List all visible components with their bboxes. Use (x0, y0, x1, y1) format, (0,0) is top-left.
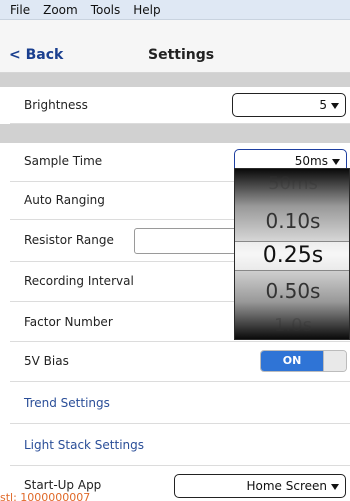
nav-bar: < Back Settings (0, 20, 350, 73)
trend-settings-link[interactable]: Trend Settings (24, 396, 110, 410)
picker-option-selected[interactable]: 0.25s (235, 243, 349, 268)
menu-help[interactable]: Help (133, 3, 160, 17)
section-gap (0, 73, 350, 87)
menu-tools[interactable]: Tools (91, 3, 121, 17)
section-gap (0, 124, 350, 143)
factor-number-label: Factor Number (24, 315, 113, 329)
light-stack-settings-row[interactable]: Light Stack Settings (10, 424, 350, 466)
sample-time-value: 50ms (294, 154, 328, 168)
chevron-down-icon (332, 158, 340, 165)
sample-time-label: Sample Time (24, 154, 103, 168)
light-stack-settings-link[interactable]: Light Stack Settings (24, 438, 144, 452)
picker-option[interactable]: 0.10s (235, 209, 349, 233)
chevron-down-icon (331, 102, 339, 109)
page-title: Settings (148, 47, 215, 63)
brightness-label: Brightness (24, 98, 88, 112)
brightness-value: 5 (319, 98, 327, 112)
picker-option[interactable]: 0.50s (235, 279, 349, 303)
sample-time-picker[interactable]: 50ms 0.10s 0.25s 0.50s 1.0s (234, 168, 350, 340)
menu-zoom[interactable]: Zoom (43, 3, 78, 17)
brightness-row: Brightness 5 (10, 87, 350, 124)
recording-interval-label: Recording Interval (24, 274, 134, 288)
watermark-text: stl: 1000000007 (0, 491, 91, 501)
picker-option[interactable]: 1.0s (235, 315, 349, 336)
menu-file[interactable]: File (10, 3, 30, 17)
bias-label: 5V Bias (24, 354, 69, 368)
auto-ranging-label: Auto Ranging (24, 193, 105, 207)
resistor-range-input[interactable] (134, 228, 244, 254)
back-button[interactable]: < Back (9, 47, 63, 63)
picker-option[interactable]: 50ms (235, 173, 349, 194)
toggle-knob[interactable] (323, 351, 346, 371)
bias-toggle-on-label: ON (261, 351, 323, 371)
chevron-down-icon (331, 483, 339, 490)
menu-bar: File Zoom Tools Help (0, 0, 350, 20)
bias-toggle[interactable]: ON (260, 350, 347, 372)
startup-app-label: Start-Up App (24, 478, 102, 492)
resistor-range-label: Resistor Range (24, 233, 114, 247)
trend-settings-row[interactable]: Trend Settings (10, 382, 350, 424)
brightness-select[interactable]: 5 (232, 93, 346, 117)
